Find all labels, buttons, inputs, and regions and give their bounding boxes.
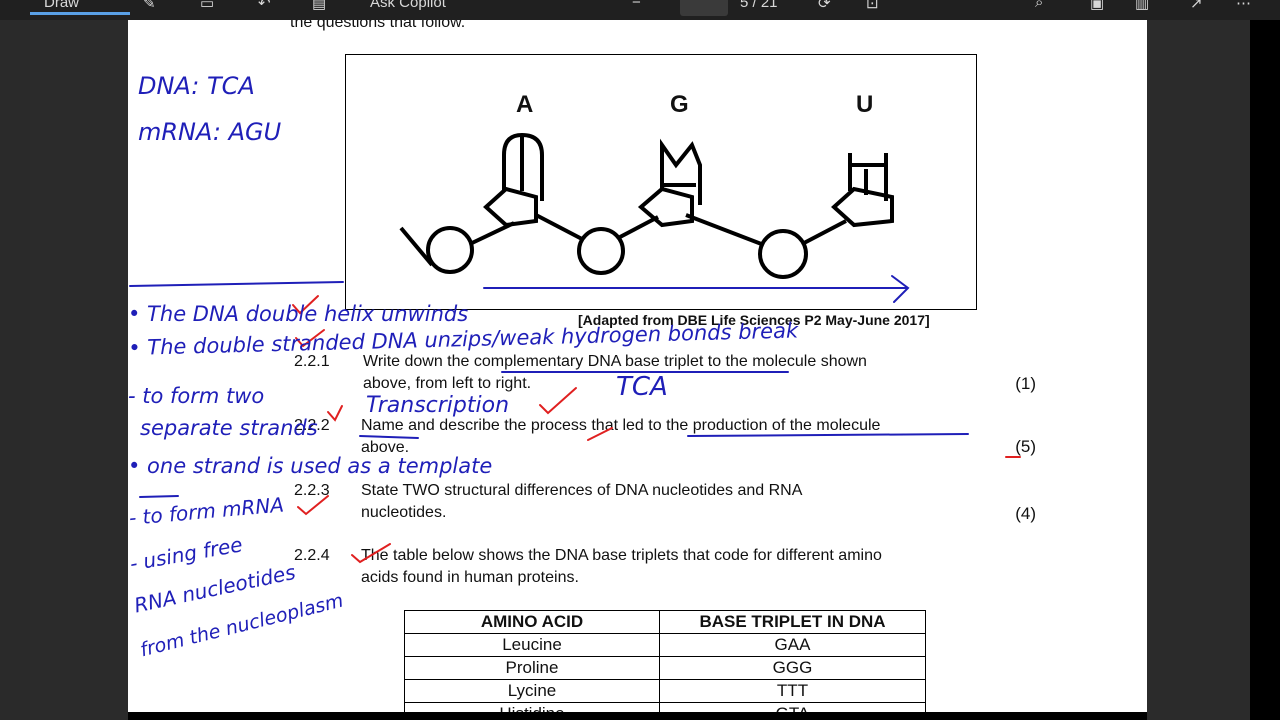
eraser-icon[interactable]: ▭ <box>200 0 214 12</box>
amino-acid-cell: Proline <box>404 656 660 680</box>
left-gutter <box>0 20 30 720</box>
phosphate-circle <box>758 229 808 279</box>
intro-text: the questions that follow. <box>290 20 466 31</box>
question-number: 2.2.3 <box>294 482 330 499</box>
scrollbar-track[interactable] <box>1250 20 1280 720</box>
handwritten-note: - using free <box>128 532 245 576</box>
save-icon[interactable]: ▣ <box>1090 0 1104 12</box>
draw-tab[interactable]: Draw <box>44 0 79 11</box>
question-text-line2: acids found in human proteins. <box>361 569 579 586</box>
right-margin <box>1147 20 1250 720</box>
base-triplet-cell: GAA <box>659 633 926 657</box>
question-number: 2.2.4 <box>294 547 330 564</box>
handwritten-note: separate strands <box>140 416 318 440</box>
table-row: Lycine TTT <box>404 679 926 703</box>
question-marks: (5) <box>1015 437 1036 456</box>
question-text-line2: nucleotides. <box>361 504 447 521</box>
handwritten-note: • one strand is used as a template <box>128 454 493 478</box>
page-count: 5 / 21 <box>740 0 778 11</box>
pen-icon[interactable]: ✎ <box>143 0 156 12</box>
fit-page-icon[interactable]: ⊡ <box>866 0 879 12</box>
handwritten-answer-221: TCA <box>616 372 668 402</box>
question-marks: (1) <box>1015 374 1036 393</box>
table-row: Histidine GTA <box>404 702 926 712</box>
table-row: Proline GGG <box>404 656 926 680</box>
handwritten-mrna: mRNA: AGU <box>138 118 282 146</box>
ink-divider-line <box>129 281 344 287</box>
phosphate-circle <box>577 227 625 275</box>
question-marks: (4) <box>1015 504 1036 523</box>
amino-acid-table: AMINO ACID BASE TRIPLET IN DNA Leucine G… <box>404 610 926 712</box>
question-text-line1: The table below shows the DNA base tripl… <box>361 547 882 564</box>
amino-acid-cell: Histidine <box>404 702 660 712</box>
phosphate-circle <box>426 226 474 274</box>
question-2-2-3: 2.2.3 State TWO structural differences o… <box>294 482 1036 526</box>
more-icon[interactable]: ⋯ <box>1236 0 1251 12</box>
undo-icon[interactable]: ↶ <box>258 0 271 12</box>
handwritten-note: • The DNA double helix unwinds <box>128 302 469 326</box>
rna-molecule-figure: A G U <box>345 54 977 310</box>
ink-underline <box>139 495 179 498</box>
question-text-line2: above, from left to right. <box>363 375 532 392</box>
handwritten-note: - to form mRNA <box>128 492 285 530</box>
amino-acid-cell: Lycine <box>404 679 660 703</box>
question-2-2-4: 2.2.4 The table below shows the DNA base… <box>294 547 1036 591</box>
nucleotide-chain-diagram <box>399 132 894 279</box>
share-icon[interactable]: ↗ <box>1190 0 1203 12</box>
handwritten-answer-222: Transcription <box>366 393 510 418</box>
base-triplet-cell: GGG <box>659 656 926 680</box>
column-header-base-triplet: BASE TRIPLET IN DNA <box>659 610 926 634</box>
app-toolbar: Draw ✎ ▭ ↶ ▤ Ask Copilot − 5 / 21 ⟳ ⊡ ⌕ … <box>0 0 1280 20</box>
handwritten-dna: DNA: TCA <box>138 72 255 100</box>
handwritten-note: - to form two <box>128 384 265 408</box>
draw-tab-indicator <box>30 12 130 15</box>
question-number: 2.2.1 <box>294 353 330 370</box>
rotate-icon[interactable]: ⟳ <box>818 0 831 12</box>
question-text-line1: Name and describe the process that led t… <box>361 417 881 434</box>
document-page: the questions that follow. A G U [Adapte… <box>128 20 1147 712</box>
book-icon[interactable]: ▤ <box>312 0 326 12</box>
question-text-line1: State TWO structural differences of DNA … <box>361 482 803 499</box>
base-triplet-cell: TTT <box>659 679 926 703</box>
zoom-out-icon[interactable]: − <box>632 0 641 11</box>
page-number-input[interactable] <box>680 0 728 16</box>
ask-copilot-button[interactable]: Ask Copilot <box>370 0 446 11</box>
table-row: Leucine GAA <box>404 633 926 657</box>
table-header-row: AMINO ACID BASE TRIPLET IN DNA <box>404 610 926 634</box>
question-text-line1: Write down the complementary DNA base tr… <box>363 353 867 370</box>
left-margin <box>30 20 128 720</box>
base-triplet-cell: GTA <box>659 702 926 712</box>
column-header-amino-acid: AMINO ACID <box>404 610 660 634</box>
amino-acid-cell: Leucine <box>404 633 660 657</box>
search-icon[interactable]: ⌕ <box>1035 0 1043 11</box>
print-icon[interactable]: ▥ <box>1135 0 1149 12</box>
